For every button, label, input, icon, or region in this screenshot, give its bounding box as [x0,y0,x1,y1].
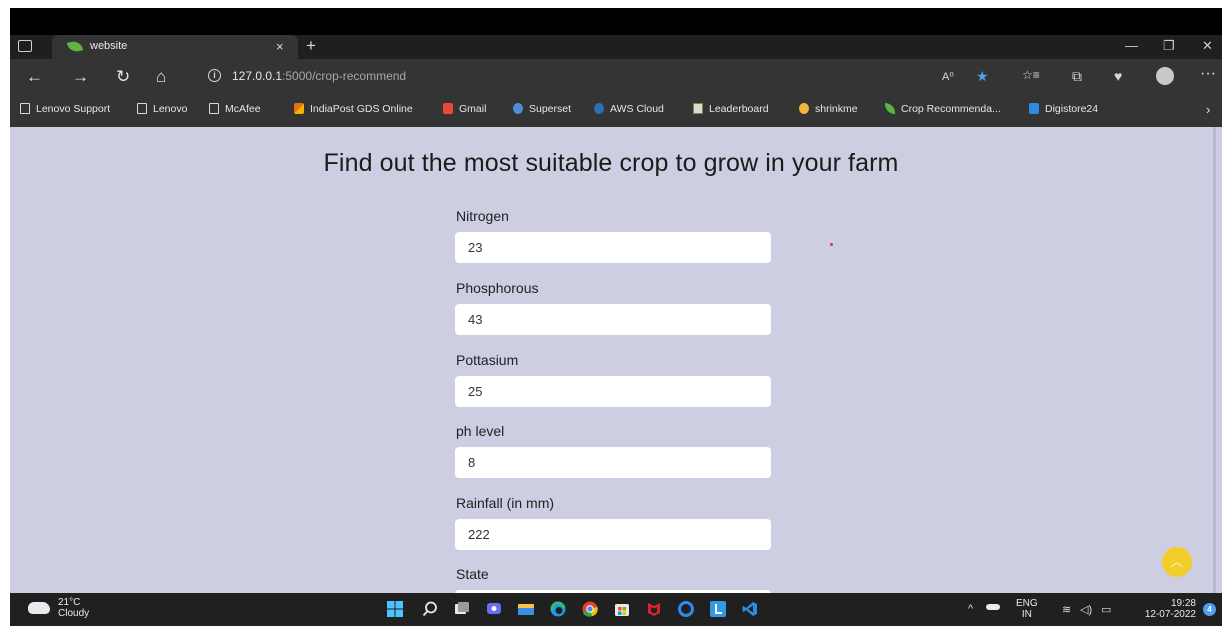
restore-button[interactable]: ❐ [1163,38,1175,54]
clock-time: 19:28 [1170,598,1196,609]
superset-icon [513,103,523,114]
tab-strip: website × + — ❐ ✕ [10,35,1222,59]
tab-website[interactable]: website × [52,35,298,59]
profile-avatar[interactable] [1156,67,1174,85]
language-indicator[interactable]: ENG IN [1016,598,1038,620]
bookmark-crop-recommenda[interactable]: Crop Recommenda... [885,103,1001,115]
aws-icon [594,103,604,114]
bookmarks-bar: Lenovo Support Lenovo McAfee IndiaPost G… [10,95,1222,127]
task-view-icon[interactable] [454,601,470,617]
forward-button[interactable]: → [72,68,89,85]
ph-level-label: ph level [456,423,505,439]
favorite-star-icon[interactable]: ★ [976,68,989,85]
screenshot-margin-bottom [0,626,1222,636]
bookmarks-overflow-icon[interactable]: › [1206,102,1210,117]
new-tab-button[interactable]: + [306,36,316,56]
page-scrollbar[interactable] [1213,127,1216,593]
bookmark-indiapost[interactable]: IndiaPost GDS Online [294,103,413,115]
rainfall-input[interactable] [455,519,771,550]
screenshot-margin-top [0,0,1222,8]
mcafee-icon[interactable] [646,601,662,617]
weather-widget[interactable]: 21°C Cloudy [58,597,89,619]
url-field[interactable]: 127.0.0.1:5000/crop-recommend [232,69,406,83]
rainfall-label: Rainfall (in mm) [456,495,555,511]
bookmark-gmail[interactable]: Gmail [443,103,486,115]
page-icon [209,103,219,114]
bookmark-digistore24[interactable]: Digistore24 [1029,103,1098,115]
search-icon[interactable] [422,601,438,617]
bookmark-lenovo-support[interactable]: Lenovo Support [20,103,110,115]
leaf-favicon-icon [66,39,84,54]
vscode-icon[interactable] [742,601,758,617]
weather-temp: 21°C [58,597,81,608]
leaf-icon [885,103,895,114]
weather-condition: Cloudy [58,608,90,619]
phosphorous-input[interactable] [455,304,771,335]
chrome-icon[interactable] [582,601,598,617]
settings-more-icon[interactable]: ··· [1200,65,1216,83]
ph-level-input[interactable] [455,447,771,478]
file-explorer-icon[interactable] [518,601,534,617]
digistore-icon [1029,103,1039,114]
wifi-icon[interactable]: ≋ [1062,603,1071,616]
windows-taskbar: 21°C Cloudy ^ ENG IN ≋ ◁) ▭ 19:28 12-07-… [10,593,1222,626]
tab-actions-icon[interactable] [18,40,32,52]
page-content: Find out the most suitable crop to grow … [10,127,1222,593]
url-host: 127.0.0.1 [232,69,283,83]
url-path: :5000/crop-recommend [282,69,407,83]
tab-title: website [90,40,128,52]
screen: website × + — ❐ ✕ ← → ↻ ⌂ i 127.0.0.1:50… [10,8,1222,626]
clock[interactable]: 19:28 12-07-2022 [1134,598,1196,620]
launcher-icon[interactable] [710,601,726,617]
heart-extension-icon[interactable]: ♥ [1114,68,1122,84]
phosphorous-label: Phosphorous [456,280,539,296]
bookmark-superset[interactable]: Superset [513,103,571,115]
back-button[interactable]: ← [26,68,43,85]
bookmark-leaderboard[interactable]: Leaderboard [693,103,769,115]
tab-close-icon[interactable]: × [276,39,284,54]
chat-icon[interactable] [486,601,502,617]
volume-icon[interactable]: ◁) [1080,603,1092,616]
pottasium-input[interactable] [455,376,771,407]
page-icon [20,103,30,114]
bookmark-aws[interactable]: AWS Cloud [594,103,664,115]
cursor-dot [830,243,833,246]
tray-cloud-icon[interactable] [986,604,1000,610]
state-label: State [456,566,489,582]
notification-badge[interactable]: 4 [1203,603,1216,616]
site-info-icon[interactable]: i [208,69,221,82]
address-bar-row: ← → ↻ ⌂ i 127.0.0.1:5000/crop-recommend … [10,59,1222,95]
store-icon[interactable] [614,601,630,617]
clock-date: 12-07-2022 [1144,609,1196,620]
opera-icon[interactable] [678,601,694,617]
minimize-button[interactable]: — [1125,38,1138,53]
home-button[interactable]: ⌂ [156,68,166,85]
cloud-icon[interactable] [28,602,50,614]
reload-button[interactable]: ↻ [116,68,130,85]
bookmark-lenovo[interactable]: Lenovo [137,103,187,115]
collections-icon[interactable]: ⧉ [1072,68,1082,85]
edge-icon[interactable] [550,601,566,617]
windows-start-icon[interactable] [387,601,403,617]
mcafee-icon [294,103,304,114]
battery-icon[interactable]: ▭ [1101,603,1111,616]
nitrogen-input[interactable] [455,232,771,263]
close-window-button[interactable]: ✕ [1202,38,1213,54]
page-icon [137,103,147,114]
tray-overflow-icon[interactable]: ^ [968,603,973,615]
nitrogen-label: Nitrogen [456,208,509,224]
bookmark-shrinkme[interactable]: shrinkme [799,103,858,115]
pottasium-label: Pottasium [456,352,519,368]
scroll-to-top-button[interactable]: ︿ [1162,547,1192,577]
bookmark-mcafee[interactable]: McAfee [209,103,261,115]
leaderboard-icon [693,103,703,114]
page-title: Find out the most suitable crop to grow … [323,149,899,177]
shrinkme-icon [799,103,809,114]
favorites-list-icon[interactable]: ☆≡ [1022,68,1040,82]
read-aloud-icon[interactable]: A⁰ [942,70,954,83]
gmail-icon [443,103,453,114]
